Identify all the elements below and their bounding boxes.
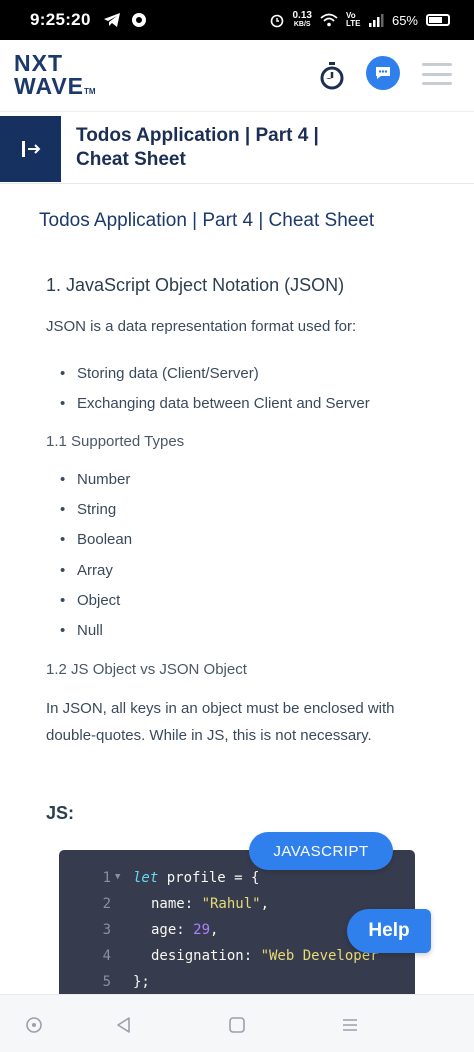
status-bar: 9:25:20 0.13 KB/S Vo LTE 65% xyxy=(0,0,474,40)
home-button[interactable] xyxy=(225,1013,249,1037)
section-1-title: 1. JavaScript Object Notation (JSON) xyxy=(46,275,345,295)
assistant-icon xyxy=(26,1017,42,1033)
js-label: JS: xyxy=(46,803,75,823)
assistant-button[interactable] xyxy=(22,1013,46,1037)
logo-tm: TM xyxy=(84,87,96,96)
sidebar-toggle-button[interactable] xyxy=(0,116,61,182)
section-1-intro: JSON is a data representation format use… xyxy=(46,318,357,335)
content-heading: Todos Application | Part 4 | Cheat Sheet xyxy=(39,210,375,231)
status-time: 9:25:20 xyxy=(30,10,91,29)
signal-icon xyxy=(368,14,384,27)
list-item: Null xyxy=(60,622,103,639)
nxtwave-logo[interactable]: NXT WAVETM xyxy=(14,52,96,103)
logo-line-2: WAVE xyxy=(14,73,85,99)
fold-arrow-icon[interactable]: ▼ xyxy=(115,872,120,882)
status-network: Vo LTE xyxy=(345,11,361,28)
page-title: Todos Application | Part 4 | Cheat Sheet xyxy=(76,125,319,170)
subsection-2-title: 1.2 JS Object vs JSON Object xyxy=(46,661,247,678)
battery-percent: 65% xyxy=(391,12,418,28)
help-button[interactable]: Help xyxy=(347,909,431,953)
code-language-badge[interactable]: JAVASCRIPT xyxy=(249,832,393,870)
alarm-icon xyxy=(270,14,283,28)
wifi-icon xyxy=(320,13,338,27)
back-button[interactable] xyxy=(112,1013,136,1037)
battery-icon xyxy=(426,14,450,26)
list-item: Object xyxy=(60,592,120,609)
recents-icon xyxy=(343,1019,357,1031)
home-icon xyxy=(229,1017,245,1033)
course-titlebar: Todos Application | Part 4 | Cheat Sheet xyxy=(0,116,474,184)
app-header: NXT WAVETM xyxy=(0,40,474,112)
chrome-icon xyxy=(131,13,146,27)
hamburger-menu-icon[interactable] xyxy=(422,63,452,85)
logo-line-1: NXT xyxy=(14,50,63,76)
list-item: Exchanging data between Client and Serve… xyxy=(60,395,370,412)
list-item: Storing data (Client/Server) xyxy=(60,365,259,382)
status-speed-value: 0.13 xyxy=(292,10,312,21)
stopwatch-icon[interactable] xyxy=(317,61,347,91)
list-item: Number xyxy=(60,471,130,488)
recents-button[interactable] xyxy=(338,1013,362,1037)
status-speed-unit: KB/S xyxy=(293,21,311,28)
chat-icon[interactable] xyxy=(366,56,400,90)
expand-sidebar-icon xyxy=(21,141,40,157)
list-item: String xyxy=(60,501,116,518)
list-item: Array xyxy=(60,562,113,579)
telegram-icon xyxy=(103,13,120,27)
subsection-2-paragraph: In JSON, all keys in an object must be e… xyxy=(46,700,395,744)
subsection-1-title: 1.1 Supported Types xyxy=(46,433,185,450)
list-item: Boolean xyxy=(60,531,132,548)
system-nav-bar xyxy=(0,994,474,1052)
back-icon xyxy=(117,1017,130,1033)
